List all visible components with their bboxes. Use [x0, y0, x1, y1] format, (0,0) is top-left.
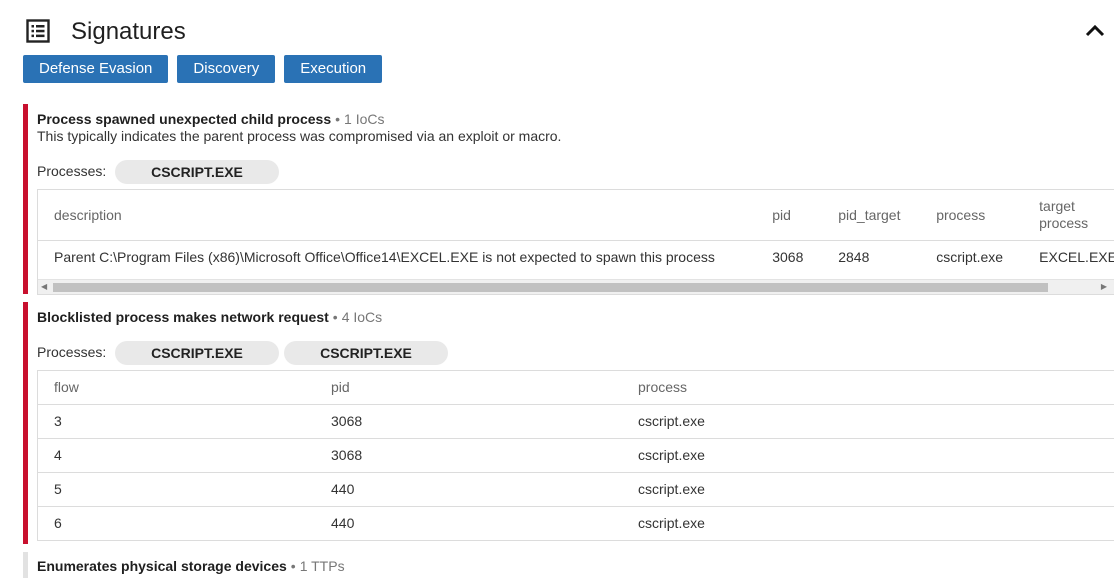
ioc-table: flow pid process 3 3068 cscript.exe 4 30… — [37, 370, 1114, 541]
tag-list: Defense Evasion Discovery Execution — [23, 55, 383, 83]
ioc-count: • 4 IoCs — [332, 309, 383, 325]
signature-title: Blocklisted process makes network reques… — [37, 309, 383, 325]
table-cell: 6 — [38, 505, 315, 540]
table-cell: 440 — [315, 471, 622, 506]
column-header: flow — [54, 379, 79, 396]
table-cell: cscript.exe — [931, 239, 1035, 274]
process-pill[interactable]: CSCRIPT.EXE — [284, 341, 448, 365]
table-cell: EXCEL.EXE — [1034, 239, 1114, 274]
signature-title: Process spawned unexpected child process… — [37, 111, 385, 127]
signature-title: Enumerates physical storage devices • 1 TT… — [37, 558, 345, 574]
column-header: pid — [331, 379, 350, 396]
table-cell: 2848 — [833, 239, 932, 274]
table-cell: 440 — [315, 505, 622, 540]
table-cell: 3 — [38, 403, 315, 438]
table-row: 3 3068 cscript.exe — [38, 403, 1114, 438]
scroll-right-icon[interactable]: ▶ — [1101, 282, 1107, 292]
table-cell: Parent C:\Program Files (x86)\Microsoft … — [38, 239, 768, 274]
table-cell: 4 — [38, 437, 315, 472]
signature-item: Enumerates physical storage devices • 1 TT… — [23, 552, 1114, 578]
table-cell: cscript.exe — [622, 437, 1114, 472]
signature-description: This typically indicates the parent proc… — [37, 128, 562, 144]
column-header: process — [638, 379, 688, 396]
ttp-count: • 1 TTPs — [290, 558, 345, 574]
column-header: pid — [772, 206, 791, 223]
table-row: 6 440 cscript.exe — [38, 505, 1114, 540]
scroll-left-icon[interactable]: ◀ — [41, 282, 47, 292]
processes-label: Processes: — [37, 163, 107, 179]
list-icon — [26, 19, 50, 43]
table-cell: cscript.exe — [622, 505, 1114, 540]
process-pill[interactable]: CSCRIPT.EXE — [115, 341, 279, 365]
signatures-header: Signatures — [26, 16, 1106, 50]
tag-execution[interactable]: Execution — [284, 55, 383, 83]
table-cell: 3068 — [315, 403, 622, 438]
column-header: pid_target — [838, 206, 901, 223]
horizontal-scrollbar[interactable]: ◀ ▶ — [38, 279, 1114, 294]
scrollbar-thumb[interactable] — [53, 283, 1048, 292]
column-header: target process — [1039, 197, 1089, 231]
tag-discovery[interactable]: Discovery — [177, 55, 276, 83]
column-header: process — [936, 206, 986, 223]
table-cell: cscript.exe — [622, 403, 1114, 438]
process-pill[interactable]: CSCRIPT.EXE — [115, 160, 279, 184]
table-cell: 3068 — [767, 239, 834, 274]
ioc-table: description pid pid_target process targe… — [37, 189, 1114, 295]
table-cell: 5 — [38, 471, 315, 506]
signature-item: Process spawned unexpected child process… — [23, 104, 1114, 295]
table-cell: 3068 — [315, 437, 622, 472]
table-row: 4 3068 cscript.exe — [38, 437, 1114, 472]
tag-defense-evasion[interactable]: Defense Evasion — [23, 55, 169, 83]
table-cell: cscript.exe — [622, 471, 1114, 506]
table-row: 5 440 cscript.exe — [38, 471, 1114, 506]
page-title: Signatures — [71, 18, 186, 45]
chevron-up-icon[interactable] — [1084, 20, 1106, 42]
column-header: description — [54, 206, 122, 223]
ioc-count: • 1 IoCs — [335, 111, 385, 127]
processes-label: Processes: — [37, 344, 107, 360]
signature-item: Blocklisted process makes network reques… — [23, 302, 1114, 544]
